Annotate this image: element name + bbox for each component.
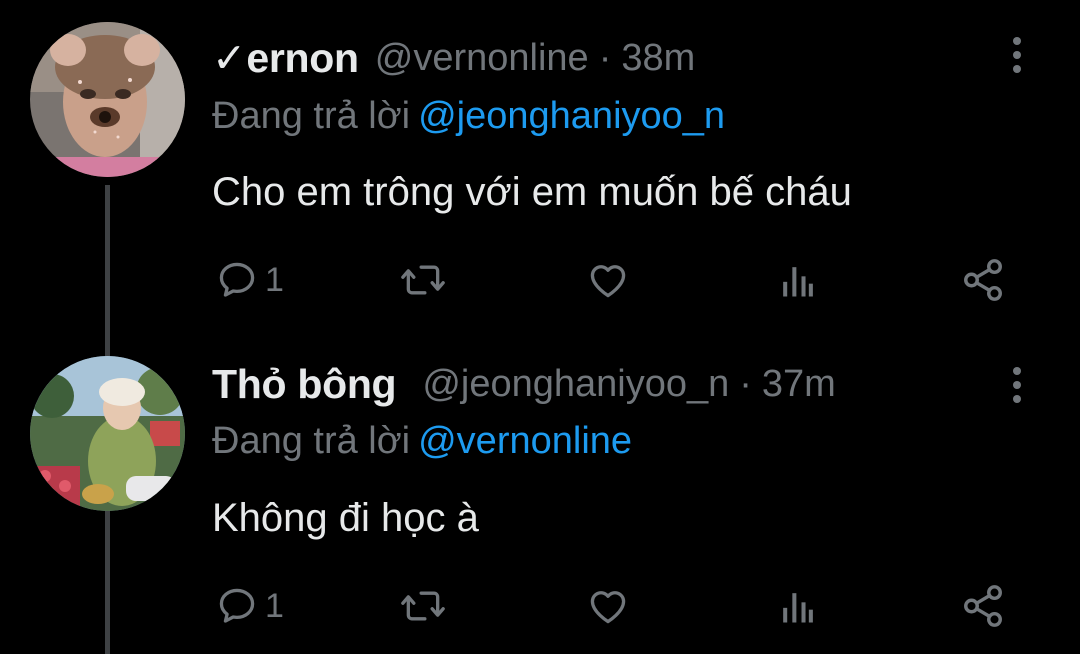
checkmark-icon: ✓ xyxy=(212,35,247,81)
reply-context-label: Đang trả lời xyxy=(212,95,411,137)
reply-context: Đang trả lời @vernonline xyxy=(212,420,632,463)
share-button[interactable] xyxy=(960,581,1006,631)
analytics-button[interactable] xyxy=(776,581,816,631)
separator: · xyxy=(598,36,612,79)
tweet[interactable]: ✓ ernon @vernonline · 38m Đang trả lời @j… xyxy=(0,0,1080,320)
tweet[interactable]: Thỏ bông @jeonghaniyoo_n · 37m Đang trả … xyxy=(0,334,1080,654)
timestamp[interactable]: 38m xyxy=(621,37,695,80)
tweet-text: Không đi học à xyxy=(212,496,479,540)
reply-mention-link[interactable]: @vernonline xyxy=(418,420,632,462)
retweet-icon xyxy=(401,265,445,295)
display-name[interactable]: ernon xyxy=(246,35,359,82)
share-icon xyxy=(964,259,1002,301)
analytics-icon xyxy=(783,267,813,297)
timestamp[interactable]: 37m xyxy=(762,363,836,406)
more-vertical-icon[interactable] xyxy=(1000,360,1034,410)
separator: · xyxy=(739,362,752,405)
reply-count: 1 xyxy=(265,260,284,299)
retweet-icon xyxy=(401,591,445,621)
analytics-button[interactable] xyxy=(776,255,816,305)
reply-count: 1 xyxy=(265,586,284,625)
more-vertical-icon[interactable] xyxy=(1000,30,1034,80)
like-button[interactable] xyxy=(585,581,631,631)
tweet-text: Cho em trông với em muốn bế cháu xyxy=(212,170,852,214)
reply-context-label: Đang trả lời xyxy=(212,420,411,462)
reply-button[interactable]: 1 xyxy=(215,581,284,631)
reply-context: Đang trả lời @jeonghaniyoo_n xyxy=(212,95,725,138)
tweet-header: ✓ ernon @vernonline · 38m xyxy=(212,28,695,88)
avatar[interactable] xyxy=(30,356,185,511)
display-name[interactable]: Thỏ bông xyxy=(212,361,397,408)
retweet-button[interactable] xyxy=(398,255,448,305)
retweet-button[interactable] xyxy=(398,581,448,631)
reply-icon xyxy=(219,588,255,623)
share-icon xyxy=(964,585,1002,627)
avatar[interactable] xyxy=(30,22,185,177)
analytics-icon xyxy=(783,593,813,623)
user-handle[interactable]: @jeonghaniyoo_n xyxy=(422,363,729,406)
heart-icon xyxy=(590,591,626,624)
tweet-header: Thỏ bông @jeonghaniyoo_n · 37m xyxy=(212,354,836,414)
share-button[interactable] xyxy=(960,255,1006,305)
heart-icon xyxy=(590,265,626,298)
reply-button[interactable]: 1 xyxy=(215,255,284,305)
user-handle[interactable]: @vernonline xyxy=(375,37,589,80)
reply-icon xyxy=(219,262,255,297)
like-button[interactable] xyxy=(585,255,631,305)
reply-mention-link[interactable]: @jeonghaniyoo_n xyxy=(418,95,725,137)
